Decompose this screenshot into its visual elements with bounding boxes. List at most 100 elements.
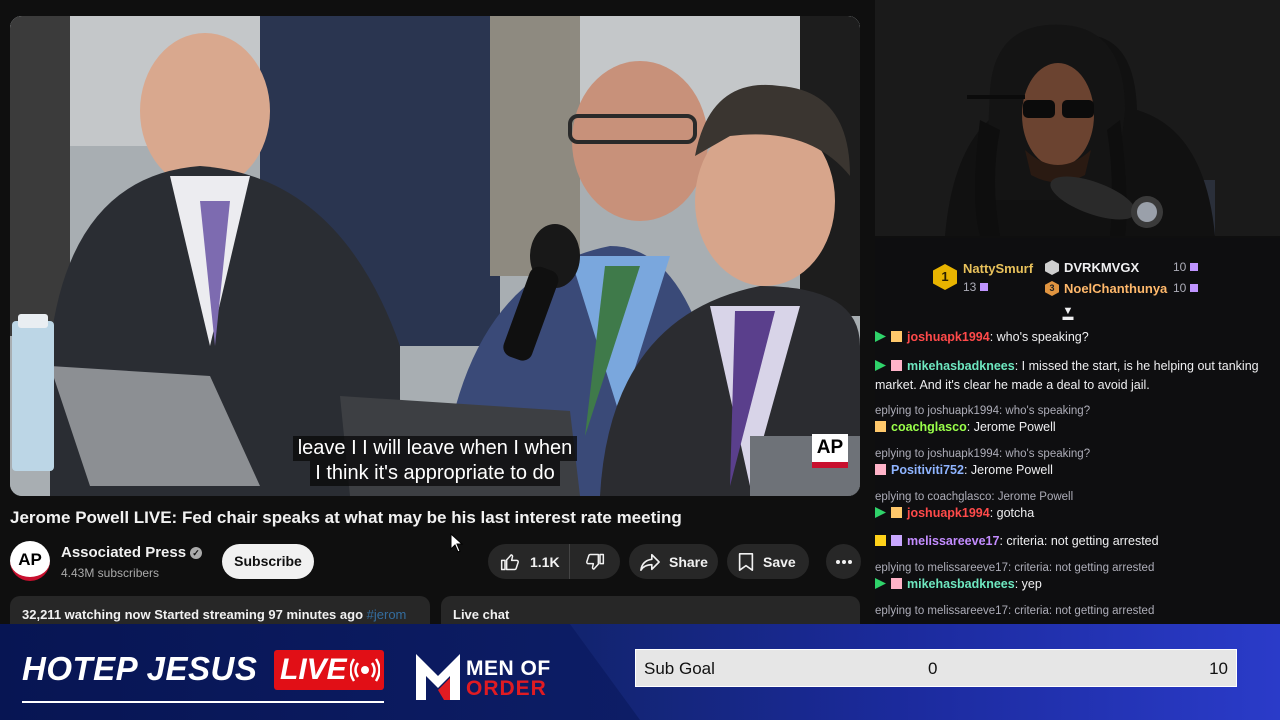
bits-icon [1190,284,1199,292]
caption-line-1: leave I I will leave when I when [292,436,578,461]
gift-badge-icon [891,578,902,589]
chat-message: mikehasbadknees: I missed the start, is … [875,359,1259,392]
men-of-order-logo [416,654,460,700]
stream-banner: HOTEP JESUS LIVE MEN OF ORDER Sub Goal 0… [0,624,1280,720]
cursor-icon [450,533,464,553]
bits-icon [1190,263,1199,271]
chat-username[interactable]: joshuapk1994 [907,506,990,520]
reply-context: eplying to melissareeve17: criteria: not… [875,562,1155,574]
prime-badge-icon [875,507,886,518]
chat-username[interactable]: coachglasco [891,420,967,434]
more-actions-button[interactable] [826,544,861,579]
chat-username[interactable]: Positiviti752 [891,463,964,477]
webcam-frame [875,0,1280,236]
subscriber-count: 4.43M subscribers [61,566,160,580]
verified-icon: ✓ [190,547,203,559]
sub-goal-current: 0 [928,659,938,678]
collapse-icon[interactable]: ▼ ▬ [1061,306,1075,323]
chat-message: joshuapk1994: gotcha [875,504,1275,523]
sub-goal-bar: Sub Goal 0 10 [635,649,1237,687]
gift-badge-icon [891,535,902,546]
chat-text: yep [1021,577,1042,591]
stream-layout: leave I I will leave when I when I think… [0,0,1280,720]
like-count: 1.1K [530,553,560,570]
leader-rank-3-icon: 3 [1045,281,1059,296]
chat-username[interactable]: melissareeve17 [907,534,999,548]
reply-context: eplying to coachglasco: Jerome Powell [875,491,1074,503]
live-label: LIVE [280,653,347,686]
subscribe-button[interactable]: Subscribe [222,544,314,579]
prime-badge-icon [875,360,886,371]
leader-1-count: 13 [963,280,989,294]
save-button[interactable]: Save [727,544,809,579]
reply-context: eplying to joshuapk1994: who's speaking? [875,405,1091,417]
live-badge: LIVE [274,650,384,690]
live-signal-icon [350,658,380,682]
chat-panel: 1 NattySmurf 13 DVRKMVGX 10 3 NoelChanth… [875,238,1280,624]
leader-3-count: 10 [1173,281,1199,295]
chat-text: Jerome Powell [970,463,1053,477]
chat-text: criteria: not getting arrested [1006,534,1159,548]
video-frame [10,16,860,496]
like-dislike-group: 1.1K [488,544,620,579]
leader-3-count-value: 10 [1173,281,1187,295]
chat-text: Jerome Powell [973,420,1056,434]
dislike-button[interactable] [570,544,620,579]
channel-avatar[interactable]: AP [10,541,50,581]
crown-badge-icon [875,535,886,546]
leader-2-count-value: 10 [1173,260,1187,274]
sub-goal-label: Sub Goal [644,659,715,678]
video-player[interactable]: leave I I will leave when I when I think… [10,16,860,496]
chat-message: joshuapk1994: who's speaking? [875,328,1275,347]
leader-2-name[interactable]: DVRKMVGX [1064,260,1139,275]
share-button[interactable]: Share [629,544,718,579]
chat-username[interactable]: mikehasbadknees [907,359,1015,373]
bookmark-icon [738,552,754,571]
reply-context: eplying to melissareeve17: criteria: not… [875,605,1155,617]
chat-username[interactable]: mikehasbadknees [907,577,1015,591]
chat-message: melissareeve17: criteria: not getting ar… [875,532,1275,551]
prime-badge-icon [875,578,886,589]
reply-context: eplying to joshuapk1994: who's speaking? [875,448,1091,460]
save-label: Save [763,553,796,570]
leader-2-count: 10 [1173,260,1199,274]
chat-message: coachglasco: Jerome Powell [875,418,1275,437]
chat-text: I missed the start, is he helping out ta… [1021,359,1259,373]
hashtag[interactable]: #jerom [367,607,407,622]
video-title: Jerome Powell LIVE: Fed chair speaks at … [10,508,682,527]
ap-watermark: AP [812,434,848,468]
share-label: Share [669,553,708,570]
watching-count: 32,211 watching now [22,607,151,622]
captions: leave I I will leave when I when I think… [10,436,860,486]
prime-badge-icon [875,331,886,342]
channel-name-row[interactable]: Associated Press ✓ [61,544,203,561]
gift-badge-icon [891,360,902,371]
chat-text: gotcha [996,506,1035,520]
chat-username[interactable]: joshuapk1994 [907,330,990,344]
chat-message: mikehasbadknees: yep [875,575,1275,594]
gift-badge-icon [875,464,886,475]
leader-rank-2-icon [1045,260,1059,275]
bits-leaderboard: 1 NattySmurf 13 DVRKMVGX 10 3 NoelChanth… [875,238,1280,323]
caption-line-2: I think it's appropriate to do [310,461,560,486]
more-icon [835,559,852,564]
gift-badge-icon [891,507,902,518]
banner-underline [22,701,384,703]
gift-badge-icon [875,421,886,432]
streamer-name: HOTEP JESUS [22,650,258,687]
share-icon [640,553,660,571]
leader-rank-1-icon: 1 [933,264,957,290]
gift-badge-icon [891,331,902,342]
channel-name[interactable]: Associated Press [61,544,186,561]
thumbs-down-icon [586,553,605,570]
leader-1-name[interactable]: NattySmurf [963,261,1033,276]
sub-goal-target: 10 [1209,659,1228,678]
webcam-feed [875,0,1280,236]
bits-icon [980,283,989,291]
stream-started: Started streaming 97 minutes ago [154,607,364,622]
sponsor-line-2: ORDER [466,677,547,700]
leader-3-name[interactable]: NoelChanthunya [1064,281,1167,296]
like-button[interactable]: 1.1K [488,544,570,579]
chat-message: Positiviti752: Jerome Powell [875,461,1275,480]
thumbs-up-icon [500,553,519,570]
